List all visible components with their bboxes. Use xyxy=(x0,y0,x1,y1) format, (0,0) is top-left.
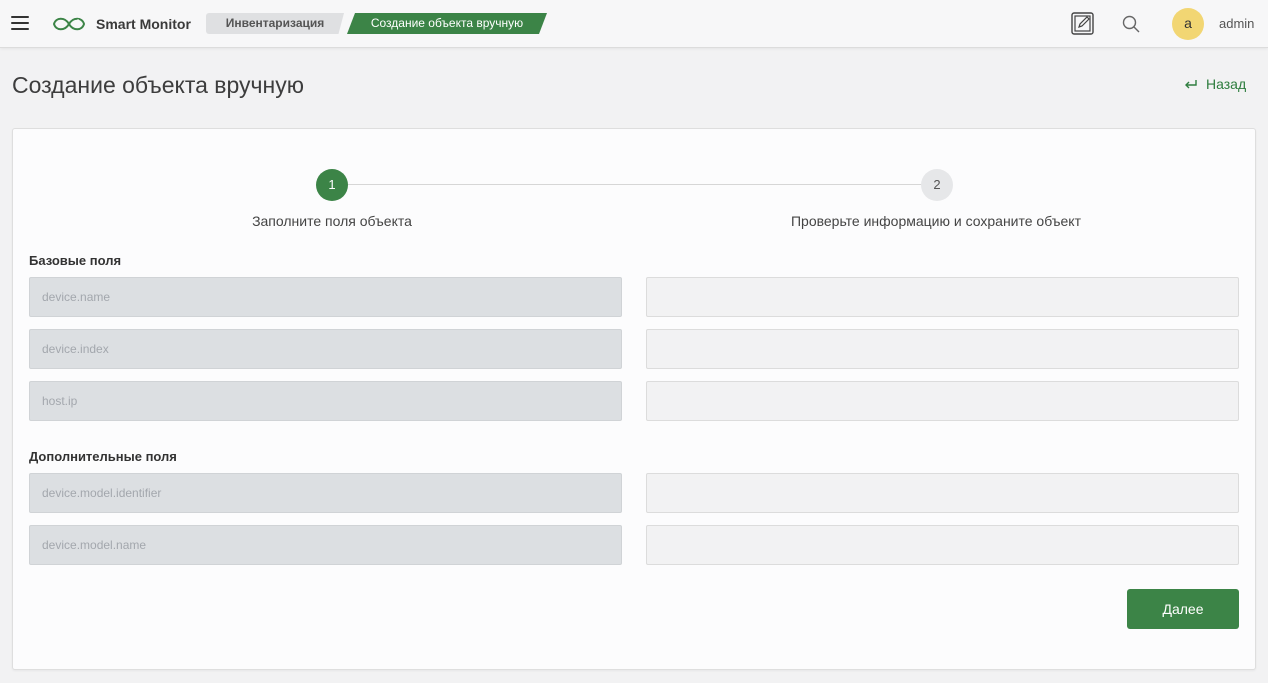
back-link[interactable]: Назад xyxy=(1184,76,1246,92)
step-2-label: Проверьте информацию и сохраните объект xyxy=(790,213,1082,229)
field-value-device-index[interactable] xyxy=(646,329,1239,369)
breadcrumb-current[interactable]: Создание объекта вручную xyxy=(347,13,547,34)
page-title: Создание объекта вручную xyxy=(12,72,304,98)
search-icon[interactable] xyxy=(1122,15,1140,33)
avatar[interactable]: a xyxy=(1172,8,1204,40)
section-title-extra: Дополнительные поля xyxy=(29,449,177,464)
back-label: Назад xyxy=(1206,76,1247,92)
stepper-line xyxy=(332,184,936,185)
breadcrumb-inventory[interactable]: Инвентаризация xyxy=(206,13,344,34)
next-button[interactable]: Далее xyxy=(1127,589,1239,629)
section-title-base: Базовые поля xyxy=(29,253,122,268)
field-key-host-ip: host.ip xyxy=(29,381,622,421)
step-2-indicator: 2 xyxy=(921,169,953,201)
top-bar: Smart Monitor Инвентаризация Создание об… xyxy=(0,0,1268,48)
field-key-device-model-name: device.model.name xyxy=(29,525,622,565)
menu-icon[interactable] xyxy=(11,16,29,30)
field-key-device-model-identifier: device.model.identifier xyxy=(29,473,622,513)
field-value-host-ip[interactable] xyxy=(646,381,1239,421)
field-key-device-index: device.index xyxy=(29,329,622,369)
field-value-device-name[interactable] xyxy=(646,277,1239,317)
logo-icon xyxy=(52,17,86,31)
step-1-label: Заполните поля объекта xyxy=(252,213,412,229)
brand-name: Smart Monitor xyxy=(96,16,191,32)
step-1-indicator: 1 xyxy=(316,169,348,201)
field-key-device-name: device.name xyxy=(29,277,622,317)
username[interactable]: admin xyxy=(1219,16,1254,31)
field-value-device-model-identifier[interactable] xyxy=(646,473,1239,513)
field-value-device-model-name[interactable] xyxy=(646,525,1239,565)
return-arrow-icon xyxy=(1185,80,1197,89)
edit-note-icon[interactable] xyxy=(1071,12,1094,35)
